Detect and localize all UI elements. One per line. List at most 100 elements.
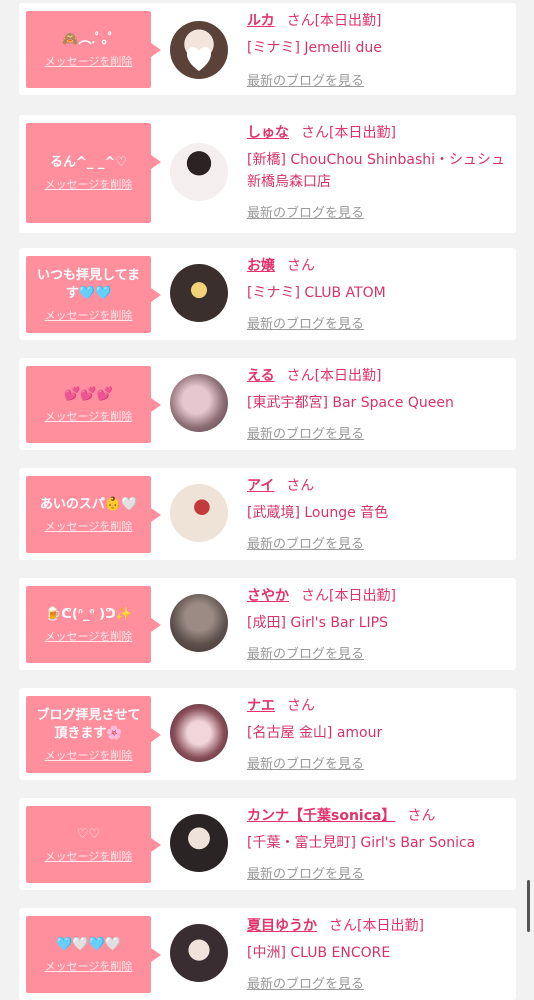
name-row: さやか さん[本日出勤] bbox=[247, 586, 513, 606]
status-badge: [本日出勤] bbox=[314, 368, 382, 384]
girl-info: カンナ【千葉sonica】 さん [千葉・富士見町] Girl's Bar Son… bbox=[247, 806, 513, 854]
avatar[interactable] bbox=[170, 594, 228, 652]
avatar[interactable] bbox=[170, 374, 228, 432]
girl-name-link[interactable]: ナエ bbox=[247, 698, 275, 714]
status-badge: [本日出勤] bbox=[329, 125, 396, 141]
girl-info: さやか さん[本日出勤] [成田] Girl's Bar LIPS bbox=[247, 586, 513, 634]
avatar[interactable] bbox=[170, 704, 228, 762]
shop-name: [東武宇都宮] Bar Space Queen bbox=[247, 395, 454, 411]
message-bubble: ♡♡ メッセージを削除 bbox=[26, 806, 161, 883]
girl-name-link[interactable]: える bbox=[247, 368, 275, 384]
avatar[interactable] bbox=[170, 814, 228, 872]
girl-name-link[interactable]: アイ bbox=[247, 478, 274, 494]
view-blog-link[interactable]: 最新のブログを見る bbox=[247, 643, 364, 662]
shop-name: [中洲] CLUB ENCORE bbox=[247, 945, 391, 961]
girl-info: える さん[本日出勤] [東武宇都宮] Bar Space Queen bbox=[247, 366, 513, 414]
message-text: いつも拝見してます🩵🩵 bbox=[37, 267, 140, 301]
list-item: るん^_ _^♡ メッセージを削除 しゅな さん[本日出勤] [新橋] ChouC… bbox=[19, 115, 516, 233]
list-item: 🙈︵.ﾟ｡ﾟ メッセージを削除 ルカ さん[本日出勤] [ミナミ] Jemelli… bbox=[19, 3, 516, 95]
avatar[interactable] bbox=[170, 484, 228, 542]
shop-name: [千葉・富士見町] Girl's Bar Sonica bbox=[247, 835, 476, 851]
delete-message-link[interactable]: メッセージを削除 bbox=[45, 53, 133, 69]
view-blog-link[interactable]: 最新のブログを見る bbox=[247, 70, 364, 89]
girl-name-link[interactable]: しゅな bbox=[247, 125, 289, 141]
message-bubble: 💕💕💕 メッセージを削除 bbox=[26, 366, 161, 443]
view-blog-link[interactable]: 最新のブログを見る bbox=[247, 753, 364, 772]
message-text: 🙈︵.ﾟ｡ﾟ bbox=[62, 31, 115, 47]
view-blog-link[interactable]: 最新のブログを見る bbox=[247, 533, 364, 552]
shop-name: [新橋] ChouChou Shinbashi・シュシュ新橋烏森口店 bbox=[247, 152, 506, 190]
honorific: さん bbox=[287, 698, 315, 714]
view-blog-link[interactable]: 最新のブログを見る bbox=[247, 863, 364, 882]
view-blog-link[interactable]: 最新のブログを見る bbox=[247, 202, 364, 221]
list-item: ♡♡ メッセージを削除 カンナ【千葉sonica】 さん [千葉・富士見町] Gi… bbox=[19, 798, 516, 890]
list-item: ブログ拝見させて頂きます🌸 メッセージを削除 ナエ さん [名古屋 金山] amo… bbox=[19, 688, 516, 780]
delete-message-link[interactable]: メッセージを削除 bbox=[45, 628, 133, 644]
avatar[interactable] bbox=[170, 143, 228, 201]
girl-name-link[interactable]: さやか bbox=[247, 588, 289, 604]
name-row: お嬢 さん bbox=[247, 256, 513, 276]
message-text: 💕💕💕 bbox=[64, 386, 113, 402]
girl-name-link[interactable]: 夏目ゆうか bbox=[247, 918, 317, 934]
honorific: さん bbox=[407, 808, 436, 824]
honorific: さん bbox=[286, 478, 315, 494]
name-row: ルカ さん[本日出勤] bbox=[247, 11, 513, 31]
message-text: あいのスパ👶🤍 bbox=[39, 496, 138, 512]
delete-message-link[interactable]: メッセージを削除 bbox=[45, 307, 133, 323]
message-text: 🍺ᕦ(ᐢ_ᐢ )ᕤ✨ bbox=[45, 606, 132, 622]
name-row: カンナ【千葉sonica】 さん bbox=[247, 806, 513, 826]
avatar[interactable] bbox=[170, 21, 228, 79]
name-row: ナエ さん bbox=[247, 696, 513, 716]
name-row: 夏目ゆうか さん[本日出勤] bbox=[247, 916, 513, 936]
girl-name-link[interactable]: ルカ bbox=[247, 13, 275, 29]
message-text: るん^_ _^♡ bbox=[50, 155, 127, 170]
girl-info: ルカ さん[本日出勤] [ミナミ] Jemelli due bbox=[247, 11, 513, 59]
message-bubble: ブログ拝見させて頂きます🌸 メッセージを削除 bbox=[26, 696, 161, 773]
girl-info: アイ さん [武蔵境] Lounge 音色 bbox=[247, 476, 513, 524]
avatar[interactable] bbox=[170, 924, 228, 982]
girl-name-link[interactable]: カンナ【千葉sonica】 bbox=[247, 808, 395, 824]
shop-name: [名古屋 金山] amour bbox=[247, 725, 383, 741]
girl-name-link[interactable]: お嬢 bbox=[247, 258, 275, 274]
girl-info: ナエ さん [名古屋 金山] amour bbox=[247, 696, 513, 744]
honorific: さん bbox=[329, 918, 357, 934]
list-item: いつも拝見してます🩵🩵 メッセージを削除 お嬢 さん [ミナミ] CLUB ATO… bbox=[19, 248, 516, 340]
girl-info: お嬢 さん [ミナミ] CLUB ATOM bbox=[247, 256, 513, 304]
list-item: あいのスパ👶🤍 メッセージを削除 アイ さん [武蔵境] Lounge 音色 最新… bbox=[19, 468, 516, 560]
list-item: 🍺ᕦ(ᐢ_ᐢ )ᕤ✨ メッセージを削除 さやか さん[本日出勤] [成田] Gir… bbox=[19, 578, 516, 670]
message-bubble: 🩵🤍🩵🤍 メッセージを削除 bbox=[26, 916, 161, 993]
honorific: さん bbox=[287, 258, 315, 274]
message-bubble: 🍺ᕦ(ᐢ_ᐢ )ᕤ✨ メッセージを削除 bbox=[26, 586, 161, 663]
girl-message-list: 🙈︵.ﾟ｡ﾟ メッセージを削除 ルカ さん[本日出勤] [ミナミ] Jemelli… bbox=[0, 0, 534, 1000]
status-badge: [本日出勤] bbox=[314, 13, 382, 29]
avatar[interactable] bbox=[170, 264, 228, 322]
girl-info: 夏目ゆうか さん[本日出勤] [中洲] CLUB ENCORE bbox=[247, 916, 513, 964]
girl-info: しゅな さん[本日出勤] [新橋] ChouChou Shinbashi・シュシュ… bbox=[247, 123, 513, 193]
view-blog-link[interactable]: 最新のブログを見る bbox=[247, 973, 364, 992]
message-text: ♡♡ bbox=[76, 826, 101, 842]
shop-name: [武蔵境] Lounge 音色 bbox=[247, 505, 389, 521]
name-row: える さん[本日出勤] bbox=[247, 366, 513, 386]
view-blog-link[interactable]: 最新のブログを見る bbox=[247, 423, 364, 442]
message-text: 🩵🤍🩵🤍 bbox=[56, 936, 121, 952]
shop-name: [成田] Girl's Bar LIPS bbox=[247, 615, 388, 631]
message-text: ブログ拝見させて頂きます🌸 bbox=[36, 707, 141, 741]
delete-message-link[interactable]: メッセージを削除 bbox=[45, 848, 133, 864]
delete-message-link[interactable]: メッセージを削除 bbox=[45, 176, 133, 192]
view-blog-link[interactable]: 最新のブログを見る bbox=[247, 313, 364, 332]
message-bubble: るん^_ _^♡ メッセージを削除 bbox=[26, 123, 161, 223]
delete-message-link[interactable]: メッセージを削除 bbox=[45, 958, 133, 974]
delete-message-link[interactable]: メッセージを削除 bbox=[45, 518, 133, 534]
message-bubble: あいのスパ👶🤍 メッセージを削除 bbox=[26, 476, 161, 553]
scrollbar[interactable] bbox=[527, 880, 530, 932]
message-bubble: いつも拝見してます🩵🩵 メッセージを削除 bbox=[26, 256, 161, 333]
heart-sticker-icon bbox=[186, 47, 212, 71]
status-badge: [本日出勤] bbox=[357, 918, 424, 934]
honorific: さん bbox=[301, 588, 329, 604]
delete-message-link[interactable]: メッセージを削除 bbox=[45, 408, 133, 424]
name-row: アイ さん bbox=[247, 476, 513, 496]
honorific: さん bbox=[286, 13, 315, 29]
list-item: 💕💕💕 メッセージを削除 える さん[本日出勤] [東武宇都宮] Bar Spac… bbox=[19, 358, 516, 450]
shop-name: [ミナミ] CLUB ATOM bbox=[247, 285, 386, 301]
delete-message-link[interactable]: メッセージを削除 bbox=[45, 747, 133, 763]
